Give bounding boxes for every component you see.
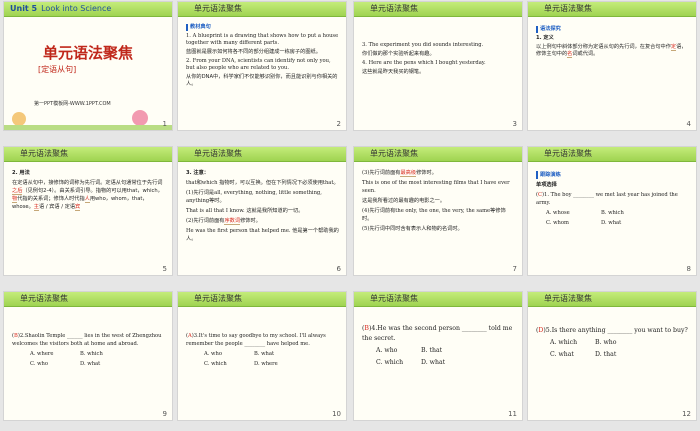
slide-header: 单元语法聚焦 (354, 292, 522, 307)
section-label: 语法探究 (536, 26, 561, 33)
slide-number: 9 (162, 410, 167, 418)
point-heading: 3. 注意： (186, 170, 209, 176)
slide-header: 单元语法聚焦 (354, 2, 522, 17)
slide-header: 单元语法聚焦 (354, 147, 522, 162)
slide-subtitle: [定语从句] (38, 65, 77, 74)
slide-number: 12 (682, 410, 691, 418)
answer-blank: 宾 (75, 204, 81, 211)
slide-thumbnail-1[interactable]: Unit 5 Look into Science 单元语法聚焦 [定语从句] 第一… (4, 2, 172, 130)
slide-header: 单元语法聚焦 (528, 292, 696, 307)
slide-thumbnail-2[interactable]: 单元语法聚焦 教材典句 1. A blueprint is a drawing … (178, 2, 346, 130)
answer-blank: 之后 (12, 188, 23, 195)
slide-thumbnail-5[interactable]: 单元语法聚焦 2. 用法 在定语从句中，接修饰的词称为先行词。定语从句通常位于先… (4, 147, 172, 275)
slide-thumbnail-11[interactable]: 单元语法聚焦 (B)4.He was the second person ___… (354, 292, 522, 420)
slide-header: 单元语法聚焦 (178, 147, 346, 162)
answer-blank: 最高级 (400, 170, 417, 177)
example-sentence: 4. Here are the pens which I bought yest… (362, 60, 486, 66)
slide-thumbnail-12[interactable]: 单元语法聚焦 (D)5.Is there anything ________ y… (528, 292, 696, 420)
translation: 从你的DNA中，科学家们不仅能够识别你，而且能识别与你相关的人。 (186, 74, 338, 87)
translation: 蓝图就是展示如何将各不同的部分组建成一栋房子的图纸。 (186, 49, 321, 55)
translation: 你们做的那个实验听起来有趣。 (362, 51, 435, 57)
decoration (4, 102, 172, 130)
example-sentence: 1. A blueprint is a drawing that shows h… (186, 33, 339, 46)
example-sentence: 2. From your DNA, scientists can identif… (186, 58, 331, 71)
point-heading: 2. 用法 (12, 170, 30, 176)
point-heading: 单项选择 (536, 182, 557, 188)
section-label: 跟踪演练 (536, 171, 561, 179)
slide-number: 3 (512, 120, 517, 128)
slide-number: 7 (512, 265, 517, 273)
slide-number: 4 (686, 120, 691, 128)
slide-header: Unit 5 Look into Science (4, 2, 172, 17)
point-heading: 1. 定义 (536, 35, 554, 41)
answer-blank: 序数词 (224, 218, 241, 225)
section-label: 教材典句 (186, 24, 211, 31)
slide-thumbnail-7[interactable]: 单元语法聚焦 (3)先行词前面有最高级修饰时。 This is one of t… (354, 147, 522, 275)
slide-thumbnail-6[interactable]: 单元语法聚焦 3. 注意： that和which 指物时，可以互换。但在下列情况… (178, 147, 346, 275)
slide-thumbnail-9[interactable]: 单元语法聚焦 (B)2.Shaolin Temple ______ lies i… (4, 292, 172, 420)
slide-number: 8 (686, 265, 691, 273)
slide-number: 6 (336, 265, 341, 273)
slide-thumbnail-3[interactable]: 单元语法聚焦 3. The experiment you did sounds … (354, 2, 522, 130)
slide-thumbnail-4[interactable]: 单元语法聚焦 语法探究 1. 定义 以上例句中斜体部分称为定语从句的先行词，在复… (528, 2, 696, 130)
slide-header: 单元语法聚焦 (178, 292, 346, 307)
slide-number: 5 (162, 265, 167, 273)
slide-number: 1 (162, 120, 167, 128)
slide-header: 单元语法聚焦 (178, 2, 346, 17)
example-sentence: 3. The experiment you did sounds interes… (362, 42, 484, 48)
slide-title: 单元语法聚焦 (42, 44, 133, 62)
slide-thumbnail-8[interactable]: 单元语法聚焦 跟踪演练 单项选择 (C)1. The boy ________ … (528, 147, 696, 275)
slide-thumbnail-10[interactable]: 单元语法聚焦 (A)3.It's time to say goodbye to … (178, 292, 346, 420)
slide-number: 2 (336, 120, 341, 128)
slide-number: 11 (508, 410, 517, 418)
translation: 这些就是昨天我买的钢笔。 (362, 69, 425, 75)
slide-header: 单元语法聚焦 (528, 147, 696, 162)
slide-number: 10 (332, 410, 341, 418)
slide-header: 单元语法聚焦 (4, 147, 172, 162)
slide-header: 单元语法聚焦 (528, 2, 696, 17)
slide-header: 单元语法聚焦 (4, 292, 172, 307)
